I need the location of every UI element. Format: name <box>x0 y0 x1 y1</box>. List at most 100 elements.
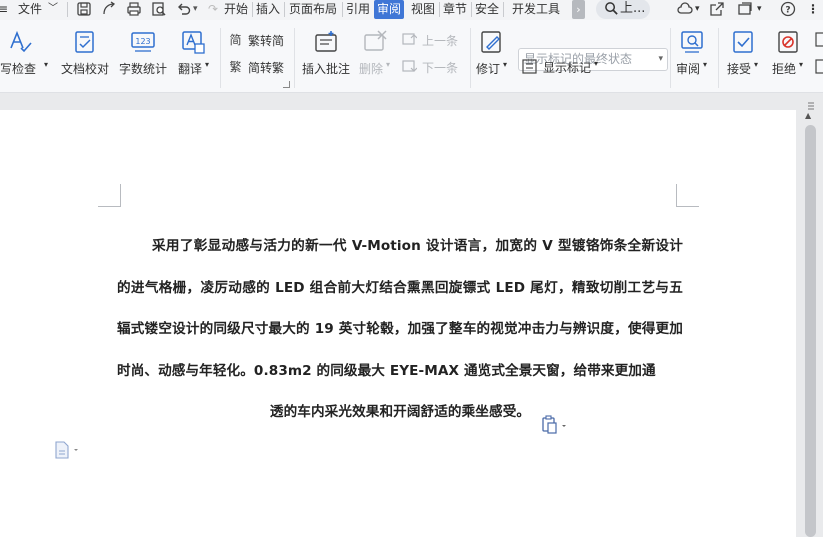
restrict-edit-icon[interactable] <box>815 59 823 74</box>
export-pdf-icon[interactable] <box>101 1 117 17</box>
spell-check-dropdown-icon[interactable]: ▾ <box>44 60 48 69</box>
tab-references[interactable]: 引用 <box>346 0 370 19</box>
next-comment-label: 下一条 <box>422 61 459 75</box>
word-count-icon: 123 <box>130 29 156 55</box>
chevron-down-icon: ▾ <box>658 54 663 64</box>
vertical-scrollbar[interactable]: ▲ <box>797 93 823 537</box>
print-preview-icon[interactable] <box>151 1 167 17</box>
tab-developer[interactable]: 开发工具 <box>512 0 560 19</box>
word-count-button[interactable]: 123 字数统计 <box>119 20 169 92</box>
body-paragraph[interactable]: 采用了彰显动感与活力的新一代 V-Motion 设计语言，加宽的 V 型镀铬饰条… <box>117 226 683 434</box>
track-changes-dropdown-icon[interactable]: ▾ <box>503 60 507 69</box>
search-icon <box>604 1 619 16</box>
review-pane-button[interactable]: 审阅 ▾ <box>674 20 714 92</box>
spell-check-button[interactable]: 拼写检查 ▾ <box>0 20 52 92</box>
svg-text:?: ? <box>785 6 790 16</box>
cloud-dropdown-icon[interactable]: ▾ <box>695 0 700 19</box>
tab-review[interactable]: 审阅 <box>374 0 405 19</box>
accept-icon <box>730 29 756 55</box>
margin-corner-mark <box>676 184 699 207</box>
tab-chapter[interactable]: 章节 <box>443 0 467 19</box>
margin-corner-mark <box>98 184 121 207</box>
reject-icon <box>775 29 801 55</box>
file-menu[interactable]: 文件 <box>18 0 42 19</box>
translate-label: 翻译 <box>178 62 203 76</box>
simp-to-trad-button[interactable]: 繁 简转繁 <box>228 59 288 77</box>
tab-page-layout[interactable]: 页面布局 <box>289 0 337 19</box>
trad-to-simp-label: 繁转简 <box>248 34 285 48</box>
delete-comment-icon <box>362 29 388 55</box>
word-count-label: 字数统计 <box>119 62 168 76</box>
show-markup-icon <box>522 59 537 74</box>
tab-insert[interactable]: 插入 <box>256 0 280 19</box>
delete-dropdown-icon: ▾ <box>386 60 391 69</box>
share-icon[interactable] <box>709 1 725 17</box>
print-icon[interactable] <box>126 1 142 17</box>
accept-dropdown-icon[interactable]: ▾ <box>754 60 758 69</box>
undo-dropdown-icon[interactable]: ▾ <box>193 0 198 19</box>
menu-icon[interactable]: ≡ <box>0 0 8 19</box>
next-comment-icon <box>402 59 417 74</box>
prev-comment-button[interactable]: 上一条 <box>402 32 464 50</box>
translate-button[interactable]: 翻译 ▾ <box>176 20 216 92</box>
insert-comment-button[interactable]: 插入批注 <box>300 20 352 92</box>
insert-comment-icon <box>313 29 339 55</box>
review-pane-label: 审阅 <box>676 62 701 76</box>
menu-tab-bar: ≡ 文件 ﹀ ▾ ↷ 开始 插入 页面布局 引用 审阅 视图 章节 安全 开发工… <box>0 0 823 20</box>
reject-dropdown-icon[interactable]: ▾ <box>799 60 803 69</box>
review-pane-icon <box>679 29 705 55</box>
document-area: 采用了彰显动感与活力的新一代 V-Motion 设计语言，加宽的 V 型镀铬饰条… <box>0 93 823 537</box>
accept-button[interactable]: 接受 ▾ <box>725 20 765 92</box>
tab-home[interactable]: 开始 <box>224 0 248 19</box>
search-box[interactable]: 上... <box>596 0 650 19</box>
track-changes-icon <box>479 29 505 55</box>
split-handle-icon[interactable] <box>806 96 816 110</box>
translate-icon <box>180 29 206 55</box>
show-markup-dropdown-icon[interactable]: ▾ <box>594 59 598 68</box>
more-options-icon[interactable]: ⋮ <box>807 0 819 19</box>
paste-options-icon[interactable] <box>541 415 567 435</box>
scroll-up-arrow[interactable]: ▲ <box>805 111 811 120</box>
next-comment-button[interactable]: 下一条 <box>402 59 464 77</box>
undo-icon[interactable] <box>176 1 192 17</box>
group-launcher-icon[interactable] <box>283 81 290 88</box>
file-menu-chevron-icon[interactable]: ﹀ <box>48 0 58 19</box>
insert-comment-label: 插入批注 <box>302 62 351 76</box>
scrollbar-thumb[interactable] <box>805 125 816 537</box>
compare-icon[interactable] <box>815 32 823 47</box>
simp-to-trad-icon: 繁 <box>228 59 243 74</box>
spell-check-label: 拼写检查 <box>0 62 37 76</box>
trad-to-simp-button[interactable]: 简 繁转简 <box>228 32 288 50</box>
redo-icon: ↷ <box>208 2 219 16</box>
prev-comment-label: 上一条 <box>422 34 459 48</box>
review-pane-dropdown-icon[interactable]: ▾ <box>703 60 707 69</box>
doc-proof-label: 文档校对 <box>61 62 110 76</box>
help-icon[interactable]: ? <box>780 1 796 17</box>
document-page[interactable]: 采用了彰显动感与活力的新一代 V-Motion 设计语言，加宽的 V 型镀铬饰条… <box>0 110 796 537</box>
show-markup-button[interactable]: 显示标记 ▾ <box>522 59 602 77</box>
tab-view[interactable]: 视图 <box>411 0 435 19</box>
translate-dropdown-icon[interactable]: ▾ <box>205 60 209 69</box>
cloud-sync-icon[interactable] <box>677 1 693 17</box>
paragraph-last-line: 透的车内采光效果和开阔舒适的乘坐感受。 <box>269 404 531 420</box>
doc-proof-button[interactable]: 文档校对 <box>61 20 111 92</box>
tab-security[interactable]: 安全 <box>475 0 499 19</box>
track-changes-button[interactable]: 修订 ▾ <box>474 20 514 92</box>
reject-label: 拒绝 <box>772 62 797 76</box>
delete-comment-button[interactable]: 删除 ▾ <box>358 20 394 92</box>
svg-text:简: 简 <box>229 33 241 47</box>
paragraph-text: 采用了彰显动感与活力的新一代 V-Motion 设计语言，加宽的 V 型镀铬饰条… <box>117 238 683 379</box>
document-note-icon[interactable] <box>54 441 80 459</box>
review-ribbon: 拼写检查 ▾ 文档校对 123 字数统计 翻译 ▾ 简 繁转简 繁 简转繁 <box>0 20 823 93</box>
doc-proof-icon <box>72 29 98 55</box>
svg-text:123: 123 <box>135 37 150 46</box>
more-tabs-button[interactable]: › <box>572 0 585 19</box>
collaborate-icon[interactable] <box>737 1 753 17</box>
reject-button[interactable]: 拒绝 ▾ <box>770 20 810 92</box>
svg-text:繁: 繁 <box>229 59 241 74</box>
save-icon[interactable] <box>76 1 92 17</box>
track-changes-label: 修订 <box>476 62 501 76</box>
collaborate-dropdown-icon[interactable]: ▾ <box>757 0 762 19</box>
simp-to-trad-label: 简转繁 <box>248 61 285 75</box>
trad-to-simp-icon: 简 <box>228 32 243 47</box>
